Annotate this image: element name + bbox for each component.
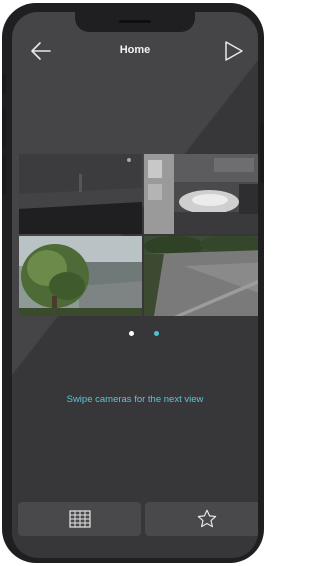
power-button [260, 123, 264, 183]
swipe-hint: Swipe cameras for the next view [66, 394, 204, 405]
camera-grid[interactable] [19, 154, 258, 316]
speaker [119, 20, 151, 23]
mute-switch [2, 73, 6, 95]
volume-up-button [2, 108, 6, 148]
camera-tile-2[interactable] [144, 154, 258, 234]
camera-feed-day-tree [19, 236, 142, 316]
grid-layout-button[interactable] [18, 502, 141, 536]
app-screen: Home Swipe cameras for the next view [12, 12, 258, 558]
page-indicator [12, 331, 258, 339]
play-button[interactable] [220, 39, 246, 63]
bottom-bar [18, 502, 258, 536]
header: Home [12, 36, 258, 66]
volume-down-button [2, 155, 6, 195]
play-icon [225, 41, 243, 61]
grid-layout-icon [68, 510, 91, 528]
camera-feed-night-road [19, 154, 142, 234]
favorites-button[interactable] [145, 502, 258, 536]
camera-tile-4[interactable] [144, 236, 258, 316]
notch [75, 12, 195, 32]
camera-feed-parking-lot [144, 236, 258, 316]
page-dot-2-active[interactable] [154, 331, 159, 336]
camera-feed-night-courtyard [144, 154, 258, 234]
camera-tile-3[interactable] [19, 236, 142, 316]
phone-frame: Home Swipe cameras for the next view [2, 3, 264, 563]
page-dot-1[interactable] [129, 331, 134, 336]
camera-tile-1[interactable] [19, 154, 142, 234]
star-icon [197, 509, 216, 528]
